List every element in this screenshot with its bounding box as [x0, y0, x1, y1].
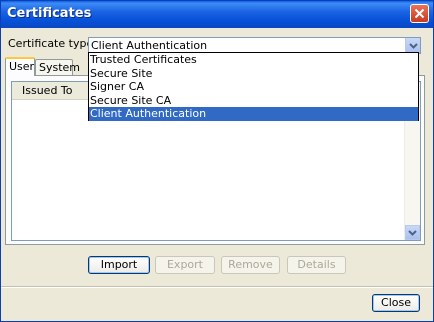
option-secure-site-ca[interactable]: Secure Site CA [89, 94, 418, 108]
tab-user-label: User [9, 60, 35, 73]
tab-system[interactable]: System [35, 59, 80, 76]
separator [1, 286, 433, 288]
certificate-type-dropdown-list[interactable]: Trusted Certificates Secure Site Signer … [88, 52, 419, 121]
certificates-dialog: Certificates Certificate type: Client Au… [0, 0, 434, 322]
option-signer-ca[interactable]: Signer CA [89, 80, 418, 94]
tab-user[interactable]: User [5, 57, 35, 76]
option-secure-site[interactable]: Secure Site [89, 67, 418, 81]
details-button[interactable]: Details [287, 256, 346, 274]
tab-system-label: System [39, 61, 81, 74]
close-button[interactable]: Close [372, 294, 420, 312]
close-icon [414, 8, 425, 19]
remove-button[interactable]: Remove [221, 256, 280, 274]
certificate-type-label: Certificate type: [8, 37, 97, 50]
option-trusted-certificates[interactable]: Trusted Certificates [89, 53, 418, 67]
window-title: Certificates [7, 6, 92, 21]
title-bar[interactable]: Certificates [1, 1, 433, 28]
column-issued-to[interactable]: Issued To [16, 83, 73, 98]
arrow-down-icon [408, 229, 417, 236]
option-client-authentication[interactable]: Client Authentication [89, 107, 418, 121]
chevron-down-icon [408, 42, 418, 49]
export-button[interactable]: Export [155, 256, 215, 274]
certificate-type-value: Client Authentication [91, 39, 208, 52]
import-button[interactable]: Import [88, 256, 150, 274]
window-close-button[interactable] [410, 4, 429, 23]
combo-dropdown-button[interactable] [405, 38, 420, 53]
scroll-down-button[interactable] [405, 225, 420, 240]
